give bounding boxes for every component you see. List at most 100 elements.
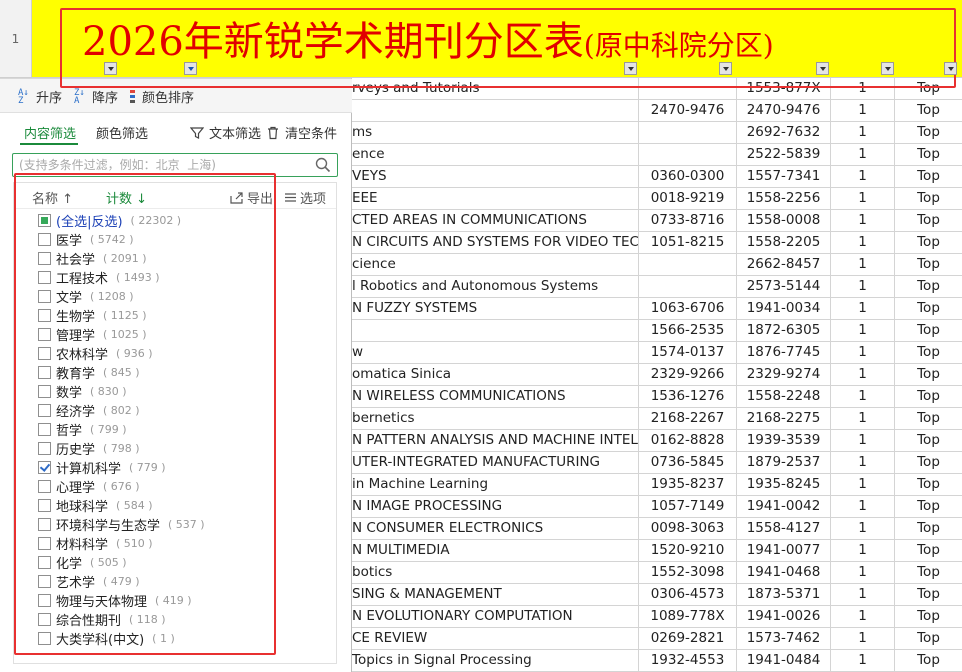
- checkbox[interactable]: [38, 575, 51, 588]
- top-cell[interactable]: Top: [895, 298, 962, 320]
- issn-cell[interactable]: 2329-9266: [639, 364, 737, 386]
- issn-cell[interactable]: [639, 254, 737, 276]
- filter-item[interactable]: 医学 ( 5742 ): [14, 230, 336, 249]
- text-filter-button[interactable]: 文本筛选: [190, 123, 261, 142]
- checkbox[interactable]: [38, 309, 51, 322]
- top-cell[interactable]: Top: [895, 122, 962, 144]
- top-cell[interactable]: Top: [895, 386, 962, 408]
- journal-name-cell[interactable]: CTED AREAS IN COMMUNICATIONS: [352, 210, 639, 232]
- zone-cell[interactable]: 1: [831, 408, 895, 430]
- top-cell[interactable]: Top: [895, 78, 962, 100]
- filter-item[interactable]: 心理学 ( 676 ): [14, 477, 336, 496]
- eissn-cell[interactable]: 1879-2537: [737, 452, 831, 474]
- row-header-1[interactable]: 1: [0, 0, 32, 78]
- top-cell[interactable]: Top: [895, 254, 962, 276]
- eissn-cell[interactable]: 2692-7632: [737, 122, 831, 144]
- top-cell[interactable]: Top: [895, 650, 962, 672]
- filter-dropdown-col-e[interactable]: [816, 62, 829, 75]
- eissn-cell[interactable]: 2168-2275: [737, 408, 831, 430]
- eissn-cell[interactable]: 2573-5144: [737, 276, 831, 298]
- filter-item[interactable]: 历史学 ( 798 ): [14, 439, 336, 458]
- checkbox[interactable]: [38, 423, 51, 436]
- zone-cell[interactable]: 1: [831, 100, 895, 122]
- eissn-cell[interactable]: 1553-877X: [737, 78, 831, 100]
- top-cell[interactable]: Top: [895, 606, 962, 628]
- journal-name-cell[interactable]: ms: [352, 122, 639, 144]
- eissn-cell[interactable]: 1939-3539: [737, 430, 831, 452]
- issn-cell[interactable]: 0162-8828: [639, 430, 737, 452]
- sort-desc-button[interactable]: Z↓ A 降序: [74, 87, 118, 106]
- tab-color-filter[interactable]: 颜色筛选: [96, 123, 148, 142]
- zone-cell[interactable]: 1: [831, 166, 895, 188]
- zone-cell[interactable]: 1: [831, 628, 895, 650]
- sort-asc-button[interactable]: A↓ Z 升序: [18, 87, 62, 106]
- journal-name-cell[interactable]: N MULTIMEDIA: [352, 540, 639, 562]
- journal-name-cell[interactable]: N FUZZY SYSTEMS: [352, 298, 639, 320]
- issn-cell[interactable]: 1063-6706: [639, 298, 737, 320]
- issn-cell[interactable]: 2168-2267: [639, 408, 737, 430]
- zone-cell[interactable]: 1: [831, 606, 895, 628]
- filter-item[interactable]: 地球科学 ( 584 ): [14, 496, 336, 515]
- zone-cell[interactable]: 1: [831, 518, 895, 540]
- filter-item[interactable]: 艺术学 ( 479 ): [14, 572, 336, 591]
- export-button[interactable]: 导出: [230, 188, 273, 207]
- eissn-cell[interactable]: 1941-0468: [737, 562, 831, 584]
- eissn-cell[interactable]: 1876-7745: [737, 342, 831, 364]
- zone-cell[interactable]: 1: [831, 232, 895, 254]
- journal-name-cell[interactable]: N EVOLUTIONARY COMPUTATION: [352, 606, 639, 628]
- filter-dropdown-col-c[interactable]: [624, 62, 637, 75]
- issn-cell[interactable]: [639, 144, 737, 166]
- color-sort-button[interactable]: 颜色排序: [130, 87, 194, 106]
- eissn-cell[interactable]: 1935-8245: [737, 474, 831, 496]
- checkbox[interactable]: [38, 347, 51, 360]
- top-cell[interactable]: Top: [895, 628, 962, 650]
- eissn-cell[interactable]: 1872-6305: [737, 320, 831, 342]
- issn-cell[interactable]: 0733-8716: [639, 210, 737, 232]
- top-cell[interactable]: Top: [895, 562, 962, 584]
- zone-cell[interactable]: 1: [831, 562, 895, 584]
- issn-cell[interactable]: 0360-0300: [639, 166, 737, 188]
- filter-item[interactable]: 教育学 ( 845 ): [14, 363, 336, 382]
- journal-name-cell[interactable]: N IMAGE PROCESSING: [352, 496, 639, 518]
- eissn-cell[interactable]: 1558-2248: [737, 386, 831, 408]
- journal-name-cell[interactable]: rveys and Tutorials: [352, 78, 639, 100]
- zone-cell[interactable]: 1: [831, 122, 895, 144]
- checkbox[interactable]: [38, 594, 51, 607]
- top-cell[interactable]: Top: [895, 210, 962, 232]
- journal-name-cell[interactable]: EEE: [352, 188, 639, 210]
- filter-item[interactable]: 哲学 ( 799 ): [14, 420, 336, 439]
- issn-cell[interactable]: 0269-2821: [639, 628, 737, 650]
- top-cell[interactable]: Top: [895, 188, 962, 210]
- top-cell[interactable]: Top: [895, 474, 962, 496]
- eissn-cell[interactable]: 1558-2205: [737, 232, 831, 254]
- issn-cell[interactable]: 1935-8237: [639, 474, 737, 496]
- checkbox[interactable]: [38, 271, 51, 284]
- eissn-cell[interactable]: 1558-2256: [737, 188, 831, 210]
- checkbox[interactable]: [38, 366, 51, 379]
- journal-name-cell[interactable]: botics: [352, 562, 639, 584]
- issn-cell[interactable]: 2470-9476: [639, 100, 737, 122]
- filter-search-input[interactable]: [19, 157, 309, 173]
- filter-item[interactable]: 生物学 ( 1125 ): [14, 306, 336, 325]
- checkbox[interactable]: [38, 290, 51, 303]
- top-cell[interactable]: Top: [895, 518, 962, 540]
- journal-name-cell[interactable]: VEYS: [352, 166, 639, 188]
- eissn-cell[interactable]: 2470-9476: [737, 100, 831, 122]
- top-cell[interactable]: Top: [895, 276, 962, 298]
- issn-cell[interactable]: 1057-7149: [639, 496, 737, 518]
- issn-cell[interactable]: 0018-9219: [639, 188, 737, 210]
- checkbox[interactable]: [38, 214, 51, 227]
- eissn-cell[interactable]: 2329-9274: [737, 364, 831, 386]
- filter-item-select-all[interactable]: (全选|反选) ( 22302 ): [14, 211, 336, 230]
- issn-cell[interactable]: 1932-4553: [639, 650, 737, 672]
- zone-cell[interactable]: 1: [831, 584, 895, 606]
- issn-cell[interactable]: 1566-2535: [639, 320, 737, 342]
- tab-content-filter[interactable]: 内容筛选: [24, 123, 76, 142]
- checkbox[interactable]: [38, 404, 51, 417]
- zone-cell[interactable]: 1: [831, 210, 895, 232]
- checkbox[interactable]: [38, 613, 51, 626]
- journal-name-cell[interactable]: N WIRELESS COMMUNICATIONS: [352, 386, 639, 408]
- journal-name-cell[interactable]: w: [352, 342, 639, 364]
- journal-name-cell[interactable]: in Machine Learning: [352, 474, 639, 496]
- filter-dropdown-col-f[interactable]: [881, 62, 894, 75]
